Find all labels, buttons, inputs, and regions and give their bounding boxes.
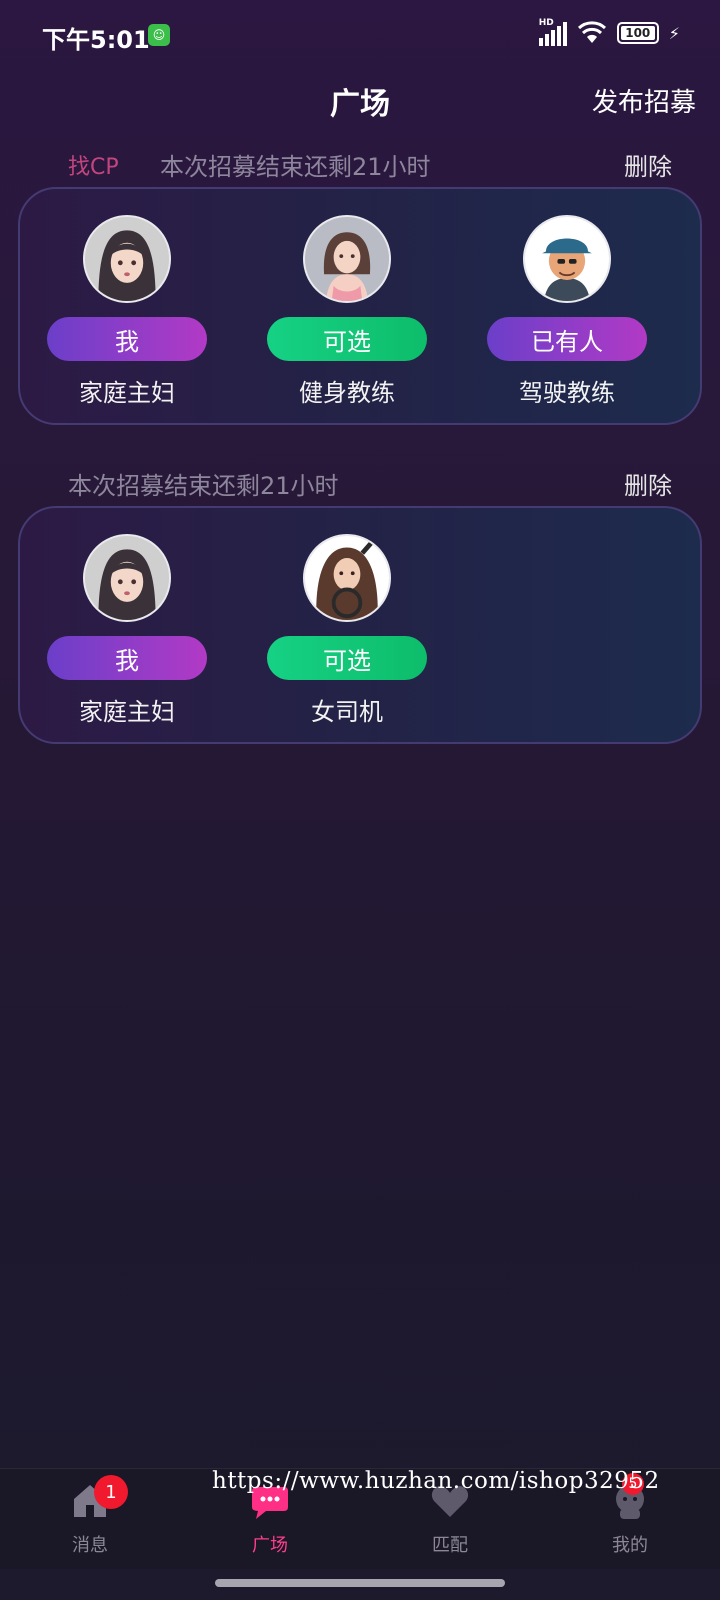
role-name: 健身教练 bbox=[299, 379, 395, 407]
slot-status-available[interactable]: 可选 bbox=[267, 636, 427, 680]
role-name: 家庭主妇 bbox=[79, 379, 175, 407]
slot-status-me[interactable]: 我 bbox=[47, 636, 207, 680]
countdown-text: 本次招募结束还剩21小时 bbox=[68, 472, 339, 500]
find-cp-tag: 找CP bbox=[68, 155, 119, 180]
recruitment-card: 我 家庭主妇 可选 女司机 bbox=[18, 506, 702, 744]
tab-label: 消息 bbox=[72, 1535, 108, 1556]
battery-icon: 100 bbox=[616, 22, 659, 44]
battery-level: 100 bbox=[625, 26, 651, 40]
tab-label: 匹配 bbox=[432, 1535, 468, 1556]
publish-recruitment-button[interactable]: 发布招募 bbox=[592, 82, 696, 119]
status-time: 下午5:01 bbox=[42, 26, 150, 54]
housewife-avatar[interactable] bbox=[83, 215, 171, 303]
network-type: HD bbox=[538, 18, 554, 28]
fitness-coach-avatar[interactable] bbox=[303, 215, 391, 303]
watermark: https://www.huzhan.com/ishop32952 bbox=[212, 1468, 660, 1494]
wifi-icon bbox=[577, 21, 606, 43]
role-name: 驾驶教练 bbox=[519, 379, 615, 407]
delete-button[interactable]: 删除 bbox=[624, 147, 672, 182]
tab-label: 我的 bbox=[612, 1535, 648, 1556]
countdown-text: 本次招募结束还剩21小时 bbox=[160, 153, 431, 181]
recruitment-meta: 找CP 本次招募结束还剩21小时 删除 bbox=[0, 143, 720, 183]
role-name: 家庭主妇 bbox=[79, 698, 175, 726]
role-slot: 我 家庭主妇 bbox=[47, 534, 207, 734]
tab-messages[interactable]: 1 消息 bbox=[0, 1469, 180, 1569]
slot-status-taken[interactable]: 已有人 bbox=[487, 317, 647, 361]
role-slot: 可选 健身教练 bbox=[267, 215, 427, 415]
role-name: 女司机 bbox=[311, 698, 383, 726]
status-bar: 下午5:01 ☺ HD 100 ⚡ bbox=[0, 0, 720, 70]
role-slot: 可选 女司机 bbox=[267, 534, 427, 734]
recruitment-meta: 本次招募结束还剩21小时 删除 bbox=[0, 462, 720, 502]
recruitment-card: 我 家庭主妇 可选 健身教练 已有人 驾驶教练 bbox=[18, 187, 702, 425]
header: 广场 发布招募 bbox=[0, 75, 720, 125]
role-slot: 我 家庭主妇 bbox=[47, 215, 207, 415]
status-icons: HD 100 ⚡ bbox=[538, 18, 680, 46]
slot-status-me[interactable]: 我 bbox=[47, 317, 207, 361]
charging-icon: ⚡ bbox=[668, 23, 680, 43]
role-slot: 已有人 驾驶教练 bbox=[487, 215, 647, 415]
app-notification-icon: ☺ bbox=[148, 24, 170, 46]
home-indicator[interactable] bbox=[215, 1579, 505, 1587]
housewife-avatar[interactable] bbox=[83, 534, 171, 622]
unread-badge: 1 bbox=[94, 1475, 128, 1509]
tab-label: 广场 bbox=[252, 1535, 288, 1556]
delete-button[interactable]: 删除 bbox=[624, 466, 672, 501]
signal-icon: HD bbox=[538, 18, 567, 46]
female-driver-avatar[interactable] bbox=[303, 534, 391, 622]
slot-status-available[interactable]: 可选 bbox=[267, 317, 427, 361]
driving-instructor-avatar[interactable] bbox=[523, 215, 611, 303]
